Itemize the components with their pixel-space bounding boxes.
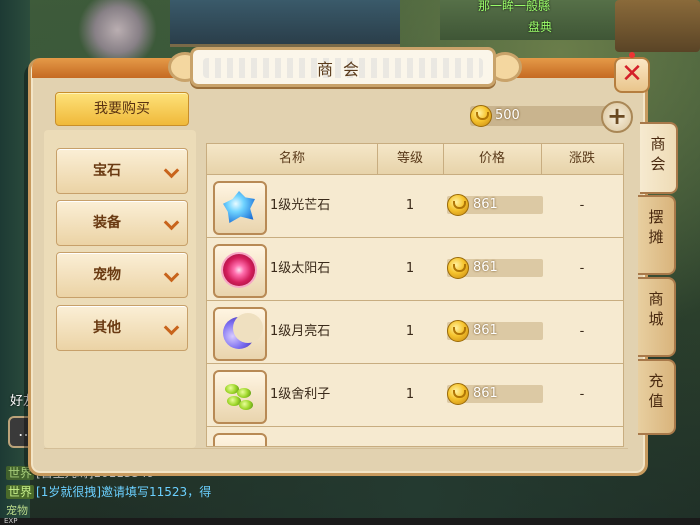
panel-title: 商会 bbox=[316, 60, 369, 79]
table-row[interactable]: 1级光芒石 1 861 - bbox=[207, 175, 623, 238]
scenery-blossom-tree bbox=[70, 0, 165, 60]
chat-message-text[interactable]: [1岁就很拽]邀请填写11523，得 bbox=[36, 485, 211, 499]
chat-message: 世界 [1岁就很拽]邀请填写11523，得 bbox=[6, 483, 211, 500]
tab-label: 充值 bbox=[648, 372, 664, 410]
relic-bead bbox=[239, 400, 253, 410]
buy-button[interactable]: 我要购买 bbox=[55, 92, 189, 126]
item-level: 1 bbox=[405, 387, 415, 402]
category-equipment[interactable]: 装备 bbox=[56, 200, 188, 246]
blue-crystal-icon bbox=[223, 191, 255, 223]
sun-stone-icon bbox=[223, 254, 255, 286]
gold-coin-icon bbox=[447, 383, 469, 405]
money-value: 500 bbox=[495, 108, 520, 123]
item-table: 名称 等级 价格 涨跌 1级光芒石 1 861 - 1级太阳石 1 861 - … bbox=[206, 143, 624, 447]
add-money-button[interactable]: + bbox=[601, 101, 633, 133]
relic-bead bbox=[237, 388, 251, 398]
item-change: - bbox=[579, 261, 585, 276]
item-name: 1级舍利子 bbox=[270, 387, 331, 402]
table-row[interactable]: 1级月亮石 1 861 - bbox=[207, 301, 623, 364]
item-name: 1级太阳石 bbox=[270, 261, 331, 276]
close-icon: ✕ bbox=[621, 59, 643, 89]
scenery-building-roof bbox=[170, 0, 400, 47]
scene-npc-sublabel: 盘典 bbox=[528, 20, 553, 34]
item-name: 1级光芒石 bbox=[270, 198, 331, 213]
tab-mall[interactable]: 商城 bbox=[638, 277, 676, 357]
item-level: 1 bbox=[405, 324, 415, 339]
chevron-down-icon bbox=[163, 266, 180, 283]
tab-label: 商城 bbox=[648, 290, 664, 328]
scene-npc-label: 那一眸一般縣 bbox=[478, 0, 551, 13]
item-icon-frame bbox=[213, 370, 267, 424]
item-price: 861 bbox=[473, 260, 498, 275]
item-change: - bbox=[579, 324, 585, 339]
category-label: 宠物 bbox=[93, 267, 121, 283]
category-label: 宝石 bbox=[93, 163, 121, 179]
column-header-name[interactable]: 名称 bbox=[207, 144, 378, 174]
gold-coin-icon bbox=[447, 194, 469, 216]
item-change: - bbox=[579, 387, 585, 402]
tab-label: 摆摊 bbox=[648, 208, 664, 246]
panel-divider bbox=[44, 448, 628, 449]
category-label: 其他 bbox=[93, 320, 121, 336]
chevron-down-icon bbox=[163, 214, 180, 231]
table-row[interactable]: 1级太阳石 1 861 - bbox=[207, 238, 623, 301]
gold-coin-icon bbox=[447, 257, 469, 279]
exp-label: EXP bbox=[4, 517, 18, 525]
item-price: 861 bbox=[473, 323, 498, 338]
item-change: - bbox=[579, 198, 585, 213]
table-row-partial[interactable] bbox=[207, 427, 623, 446]
category-gems[interactable]: 宝石 bbox=[56, 148, 188, 194]
item-icon-frame bbox=[213, 244, 267, 298]
chevron-down-icon bbox=[163, 319, 180, 336]
item-price: 861 bbox=[473, 386, 498, 401]
item-name: 1级月亮石 bbox=[270, 324, 331, 339]
chat-channel-tag: 世界 bbox=[6, 485, 35, 499]
table-row[interactable]: 1级舍利子 1 861 - bbox=[207, 364, 623, 427]
gold-coin-icon bbox=[447, 320, 469, 342]
column-header-change[interactable]: 涨跌 bbox=[541, 144, 623, 174]
tab-chamber-of-commerce[interactable]: 商会 bbox=[640, 122, 678, 194]
category-label: 装备 bbox=[93, 215, 121, 231]
scenery-cart bbox=[615, 0, 700, 52]
gold-coin-icon bbox=[470, 105, 492, 127]
exp-bar bbox=[0, 518, 700, 525]
item-price: 861 bbox=[473, 197, 498, 212]
item-icon-frame bbox=[213, 307, 267, 361]
category-pets[interactable]: 宠物 bbox=[56, 252, 188, 298]
item-level: 1 bbox=[405, 198, 415, 213]
table-header: 名称 等级 价格 涨跌 bbox=[207, 144, 623, 175]
close-button[interactable]: ✕ bbox=[614, 52, 650, 93]
tab-recharge[interactable]: 充值 bbox=[638, 359, 676, 435]
column-header-level[interactable]: 等级 bbox=[377, 144, 444, 174]
category-other[interactable]: 其他 bbox=[56, 305, 188, 351]
item-level: 1 bbox=[405, 261, 415, 276]
item-icon-frame bbox=[213, 181, 267, 235]
item-icon-frame bbox=[213, 433, 267, 446]
chat-message: 宠物 bbox=[6, 504, 28, 517]
plus-icon: + bbox=[606, 102, 628, 130]
moon-stone-icon bbox=[223, 313, 263, 349]
tab-stall[interactable]: 摆摊 bbox=[638, 195, 676, 275]
tab-label: 商会 bbox=[650, 135, 666, 173]
column-header-price[interactable]: 价格 bbox=[443, 144, 542, 174]
chevron-down-icon bbox=[163, 162, 180, 179]
